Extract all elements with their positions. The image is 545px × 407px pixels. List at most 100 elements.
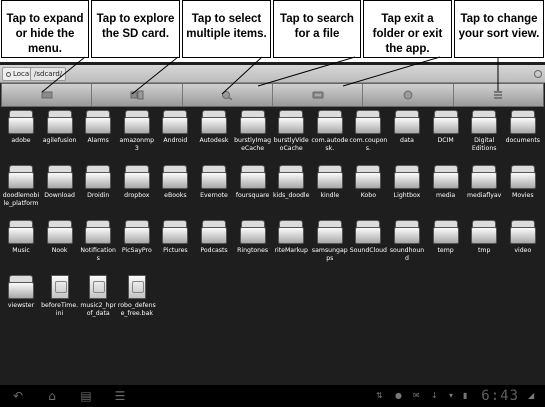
callout-line: for a file [294,28,340,40]
toolbar [1,83,544,107]
callout-line: Tap to search [280,13,354,25]
home-icon[interactable]: ⌂ [42,389,62,403]
folder-item[interactable]: Droidin [79,165,117,200]
search-button[interactable] [273,84,364,106]
folder-item[interactable]: Notifications [79,220,117,262]
folder-item[interactable]: Lightbox [388,165,426,200]
item-label: agilefusion [42,137,77,144]
folder-icon [239,110,266,134]
folder-item[interactable]: Kobo [349,165,387,200]
folder-icon [8,110,34,134]
folder-item[interactable]: Pictures [156,220,194,255]
folder-icon [278,165,305,189]
path-breadcrumb[interactable]: /sdcard/ [30,67,67,81]
menu-nav-icon[interactable]: ☰ [110,389,130,403]
callout-menu: Tap to expand or hide the menu. [1,0,89,58]
folder-item[interactable]: Android [156,110,194,145]
callout-multi-select: Tap to select multiple items. [182,0,271,58]
item-label: SoundCloud [349,247,387,254]
folder-item[interactable]: samsungapps [311,220,349,262]
folder-item[interactable]: SoundCloud [349,220,387,255]
folder-item[interactable]: video [504,220,542,255]
file-item[interactable]: robo_defense_free.bak [118,275,156,317]
item-label: Autodesk [199,137,229,144]
folder-item[interactable]: amazonmp3 [118,110,156,152]
folder-item[interactable]: temp [427,220,465,255]
folder-item[interactable]: com.coupons. [349,110,387,152]
item-label: dropbox [124,192,150,199]
item-label: Notifications [80,247,116,262]
folder-item[interactable]: Podcasts [195,220,233,255]
folder-icon [162,110,189,134]
item-label: adobe [11,137,31,144]
back-icon[interactable]: ↶ [8,389,28,403]
menu-toggle-button[interactable] [2,84,93,106]
item-label: viewster [7,302,35,309]
sort-view-button[interactable] [454,84,543,106]
file-item[interactable]: music2_hprof_data [79,275,117,317]
folder-icon [46,110,73,134]
folder-icon [316,165,343,189]
path-bar: Local /sdcard/ [0,65,545,83]
folder-item[interactable]: Nook [41,220,79,255]
folder-item[interactable]: Movies [504,165,542,200]
folder-item[interactable]: burstlyVideoCache [272,110,310,152]
folder-item[interactable]: Alarms [79,110,117,145]
folder-icon [85,220,112,244]
folder-item[interactable]: DCIM [427,110,465,145]
folder-item[interactable]: riteMarkup [272,220,310,255]
folder-item[interactable]: PicSayPro [118,220,156,255]
recent-apps-icon[interactable]: ▤ [76,389,96,403]
folder-item[interactable]: Download [41,165,79,200]
folder-icon [509,220,536,244]
folder-icon [123,110,150,134]
folder-item[interactable]: Autodesk [195,110,233,145]
folder-item[interactable]: kindle [311,165,349,200]
folder-item[interactable]: burstlyImageCache [234,110,272,152]
item-label: DCIM [437,137,454,144]
folder-item[interactable]: Ringtones [234,220,272,255]
folder-icon [162,220,189,244]
folder-icon [8,165,34,189]
folder-item[interactable]: Music [2,220,40,255]
callout-line: Tap to expand [6,13,84,25]
folder-item[interactable]: doodlemobile_platform [2,165,40,207]
folder-item[interactable]: soundhound [388,220,426,262]
folder-item[interactable]: eBooks [156,165,194,200]
item-label: doodlemobile_platform [2,192,40,207]
folder-item[interactable]: media [427,165,465,200]
multi-select-button[interactable] [183,84,273,106]
exit-button[interactable] [363,84,454,106]
folder-item[interactable]: kids_doodle [272,165,310,200]
folder-item[interactable]: Evernote [195,165,233,200]
folder-icon [394,165,420,189]
folder-item[interactable]: com.autodesk. [311,110,349,152]
folder-item[interactable]: Digital Editions [465,110,503,152]
folder-item[interactable]: mediaflyav [465,165,503,200]
folder-item[interactable]: foursquare [234,165,272,200]
item-label: Pictures [163,247,188,254]
folder-item[interactable]: agilefusion [41,110,79,145]
folder-item[interactable]: viewster [2,275,40,310]
callout-header: Tap to expand or hide the menu. Tap to exp… [0,0,545,62]
folder-icon [355,220,382,244]
callout-line: your sort view. [458,28,540,40]
sort-view-icon [494,91,503,99]
sd-card-button[interactable] [92,84,183,106]
file-item[interactable]: beforeTime.ini [41,275,79,317]
file-icon [127,275,146,299]
notification-icon: ● [395,391,402,400]
folder-item[interactable]: dropbox [118,165,156,200]
folder-item[interactable]: data [388,110,426,145]
folder-item[interactable]: documents [504,110,542,145]
callout-line: Tap exit a [381,13,434,25]
folder-icon [46,220,73,244]
folder-icon [509,110,536,134]
folder-icon [432,110,459,134]
folder-item[interactable]: tmp [465,220,503,255]
folder-icon [278,220,305,244]
item-label: robo_defense_free.bak [117,302,156,317]
callout-line: Tap to change [460,13,538,25]
folder-item[interactable]: adobe [2,110,40,145]
item-label: documents [505,137,541,144]
